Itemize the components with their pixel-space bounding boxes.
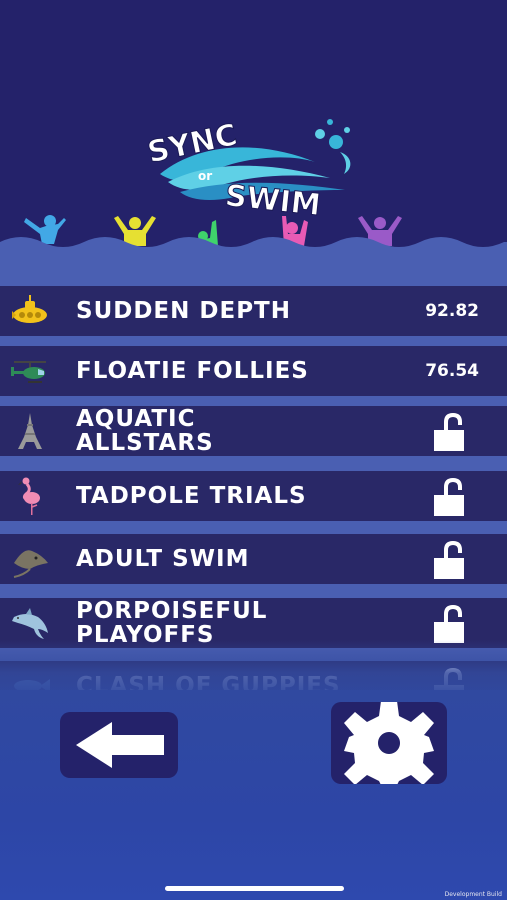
gear-icon (344, 701, 434, 785)
level-name: TADPOLE TRIALS (76, 483, 307, 509)
game-screen: SYNC or SWIM SUDDEN DEPTH92.82FLOATIE (0, 0, 507, 900)
logo-or-text: or (198, 169, 212, 183)
level-name: AQUATIC ALLSTARS (76, 406, 214, 456)
stingray-icon (10, 539, 50, 579)
back-button[interactable] (60, 712, 178, 778)
eiffel-tower-icon (10, 411, 50, 451)
level-score: 92.82 (425, 301, 479, 321)
unlock-icon (432, 477, 468, 517)
level-row[interactable]: SUDDEN DEPTH 92.82 (0, 286, 507, 336)
level-name: ADULT SWIM (76, 546, 250, 572)
development-build-label: Development Build (444, 891, 502, 898)
unlock-icon (432, 604, 468, 644)
water-wave (0, 237, 507, 284)
level-row[interactable]: AQUATIC ALLSTARS (0, 406, 507, 456)
unlock-icon (432, 540, 468, 580)
submarine-icon (10, 291, 50, 331)
level-name: FLOATIE FOLLIES (76, 358, 309, 384)
level-score: 76.54 (425, 361, 479, 381)
back-arrow-icon (76, 722, 164, 768)
level-list[interactable]: SUDDEN DEPTH 92.82 FLOATIE FOLLIES 76.54 AQU… (0, 278, 507, 693)
settings-button[interactable] (331, 701, 447, 785)
level-row[interactable]: TADPOLE TRIALS (0, 471, 507, 521)
home-indicator[interactable] (165, 886, 344, 891)
dolphin-icon (10, 603, 50, 643)
flamingo-icon (10, 476, 50, 516)
helicopter-icon (10, 351, 50, 391)
sync-or-swim-logo: SYNC or SWIM (144, 117, 351, 222)
unlock-icon (432, 412, 468, 452)
level-name: SUDDEN DEPTH (76, 298, 291, 324)
level-row[interactable]: FLOATIE FOLLIES 76.54 (0, 346, 507, 396)
level-row[interactable]: ADULT SWIM (0, 534, 507, 584)
